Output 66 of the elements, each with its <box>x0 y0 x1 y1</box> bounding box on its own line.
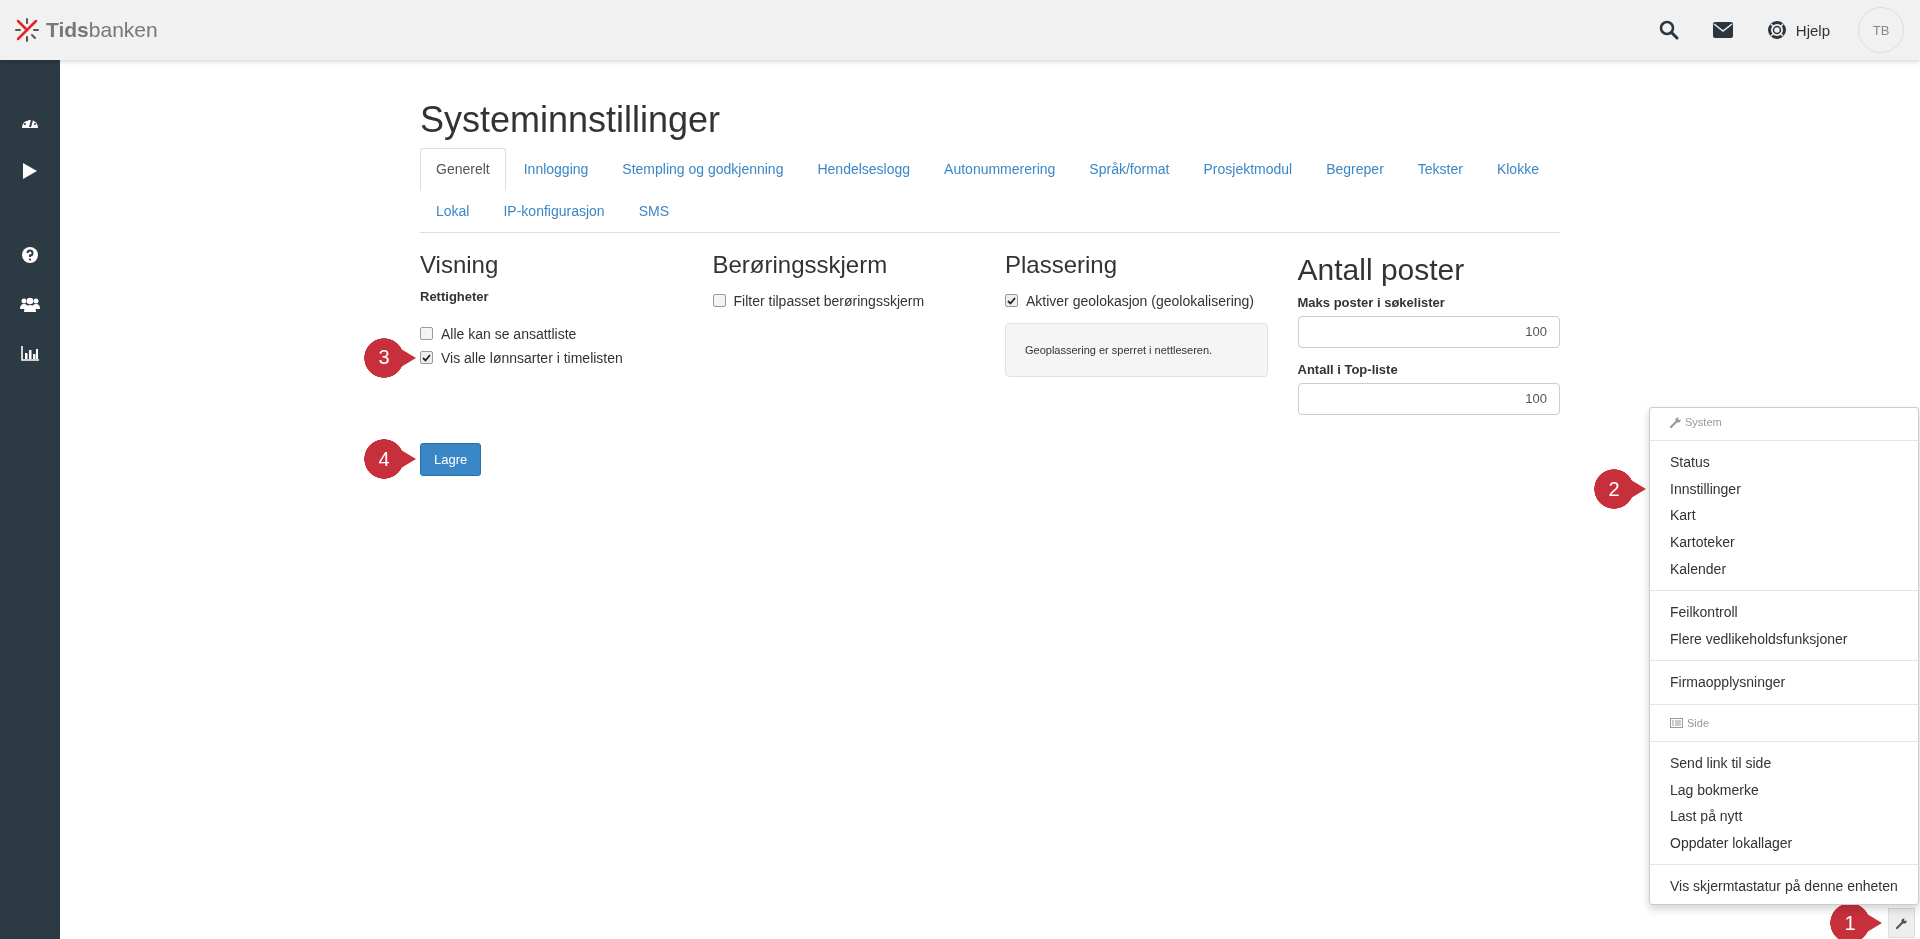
list-icon <box>1670 718 1683 729</box>
callout-marker: 4 <box>364 439 416 480</box>
callout-marker: 2 <box>1594 469 1646 510</box>
tab[interactable]: Innlogging <box>507 147 605 190</box>
checkbox[interactable] <box>420 327 433 341</box>
checkbox[interactable] <box>1005 294 1018 308</box>
tab[interactable]: Stempling og godkjenning <box>606 147 800 190</box>
tab[interactable]: Prosjektmodul <box>1187 147 1309 190</box>
page-title: Systeminnstillinger <box>420 100 722 140</box>
menu-header: Side <box>1687 717 1710 730</box>
section-heading: Visning <box>420 250 500 279</box>
menu-item[interactable]: Feilkontroll <box>1650 599 1918 626</box>
tab[interactable]: Begreper <box>1310 147 1400 190</box>
tab[interactable]: Klokke <box>1480 147 1555 190</box>
tab[interactable]: Autonummerering <box>928 147 1072 190</box>
field-label: Antall i Top-liste <box>1297 361 1399 377</box>
play-icon[interactable] <box>23 163 37 179</box>
checkbox-label: Aktiver geolokasjon (geolokalisering) <box>1026 292 1254 309</box>
menu-item[interactable]: Flere vedlikeholdsfunksjoner <box>1650 625 1918 653</box>
menu-item[interactable]: Firmaopplysninger <box>1650 669 1918 697</box>
logo-text[interactable]: Tidsbanken <box>46 18 158 42</box>
checkbox-label: Vis alle lønnsarter i timelisten <box>441 349 623 366</box>
menu-item[interactable]: Last på nytt <box>1650 803 1918 830</box>
menu-item[interactable]: Lag bokmerke <box>1650 776 1918 804</box>
number-input[interactable]: 100 <box>1297 315 1560 348</box>
bar-chart-icon[interactable] <box>21 346 39 361</box>
envelope-icon[interactable] <box>1712 22 1733 38</box>
menu-item[interactable]: Kalender <box>1650 555 1918 583</box>
callout-marker: 3 <box>364 337 416 378</box>
checkbox[interactable] <box>420 351 433 365</box>
menu-item[interactable]: Send link til side <box>1650 750 1918 777</box>
menu-item[interactable]: Oppdater lokallager <box>1650 829 1918 857</box>
lifebuoy-icon <box>1766 20 1787 40</box>
tools-button[interactable] <box>1888 908 1915 938</box>
info-panel: Geoplassering er sperret i nettleseren. <box>1005 322 1268 377</box>
tab[interactable]: IP-konfigurasjon <box>487 189 621 232</box>
users-icon[interactable] <box>20 297 40 312</box>
help-icon[interactable] <box>22 247 38 263</box>
checkbox-label: Filter tilpasset berøringsskjerm <box>733 292 925 309</box>
menu-header: System <box>1685 416 1722 429</box>
section-heading: Antall poster <box>1297 252 1466 287</box>
help-link[interactable]: Hjelp <box>1766 20 1830 40</box>
callout-marker: 1 <box>1830 903 1882 939</box>
menu-item[interactable]: Status <box>1650 449 1918 476</box>
save-button[interactable]: Lagre <box>420 442 482 476</box>
tab[interactable]: SMS <box>622 189 685 232</box>
logo-icon <box>14 17 40 43</box>
menu-item[interactable]: Innstillinger <box>1650 475 1918 503</box>
field-label: Maks poster i søkelister <box>1297 294 1446 310</box>
search-icon[interactable] <box>1658 20 1679 40</box>
tab[interactable]: Tekster <box>1401 147 1479 190</box>
number-input[interactable]: 100 <box>1297 382 1560 415</box>
tab[interactable]: Språk/format <box>1073 147 1186 190</box>
section-heading: Plassering <box>1005 250 1119 279</box>
checkbox[interactable] <box>712 294 726 308</box>
tab[interactable]: Hendelseslogg <box>801 147 927 190</box>
section-heading: Berøringsskjerm <box>712 250 889 279</box>
menu-item[interactable]: Vis skjermtastatur på denne enheten <box>1650 873 1918 900</box>
tab[interactable]: Lokal <box>420 189 486 232</box>
checkbox-label: Alle kan se ansattliste <box>441 325 577 342</box>
wrench-icon <box>1896 917 1907 929</box>
subheading: Rettigheter <box>420 288 490 304</box>
menu-item[interactable]: Kartoteker <box>1650 529 1918 556</box>
wrench-icon <box>1670 416 1681 428</box>
tab[interactable]: Generelt <box>420 147 506 191</box>
menu-item[interactable]: Kart <box>1650 502 1918 530</box>
